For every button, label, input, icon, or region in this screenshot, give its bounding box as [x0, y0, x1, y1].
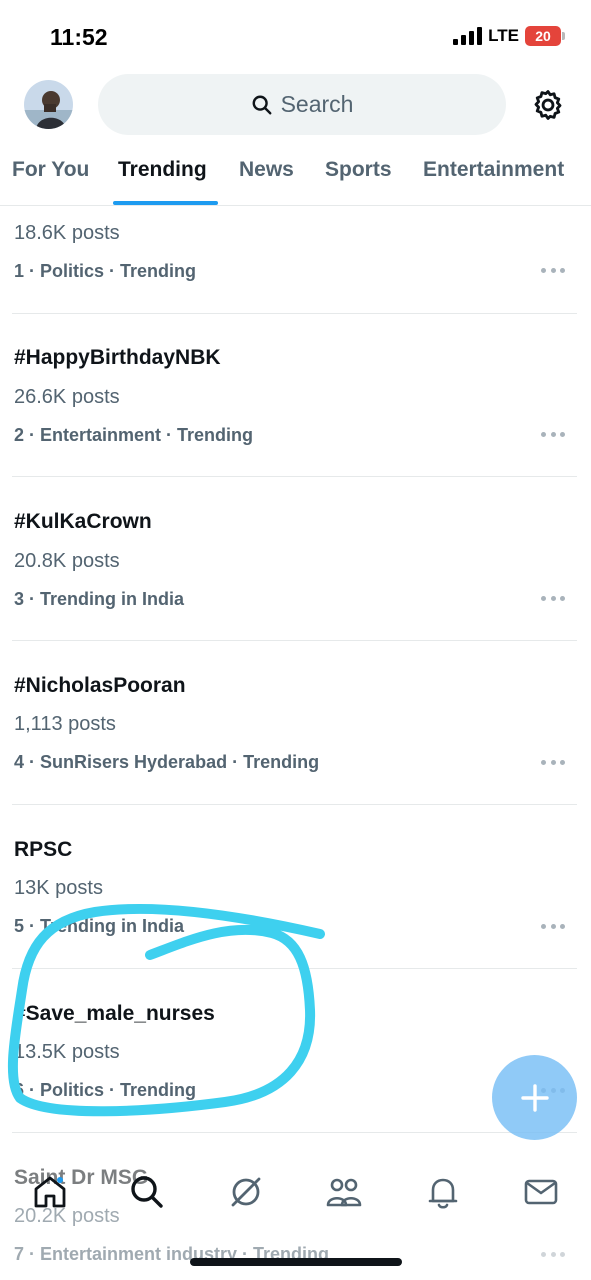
tab-sports[interactable]: Sports — [325, 158, 392, 182]
search-icon[interactable] — [127, 1172, 167, 1212]
search-placeholder: Search — [280, 91, 354, 117]
status-bar: 11:52 LTE 20 — [0, 0, 591, 70]
network-type: LTE — [488, 26, 519, 45]
messages-icon[interactable] — [521, 1172, 561, 1212]
trend-meta: 5 · Trending in India — [14, 916, 185, 936]
trend-meta: 4 · SunRisers Hyderabad · Trending — [14, 752, 320, 772]
trend-post-count: 13K posts — [14, 877, 103, 899]
compose-plus-icon — [520, 1083, 549, 1112]
trend-item-3[interactable]: #KulKaCrown 20.8K posts 3 · Trending in … — [0, 477, 591, 641]
avatar[interactable] — [24, 80, 73, 129]
trend-post-count: 18.6K posts — [14, 222, 120, 244]
home-indicator — [190, 1258, 402, 1266]
trend-meta: 1 · Politics · Trending — [14, 261, 197, 281]
trend-post-count: 20.8K posts — [14, 550, 120, 572]
more-options-icon[interactable] — [541, 924, 565, 930]
trend-name: #HappyBirthdayNBK — [14, 346, 221, 369]
active-tab-indicator — [113, 201, 218, 205]
home-icon[interactable] — [30, 1172, 70, 1212]
gear-icon[interactable] — [531, 88, 565, 122]
tab-trending[interactable]: Trending — [118, 158, 207, 182]
more-options-icon[interactable] — [541, 760, 565, 766]
trend-name: #Save_male_nurses — [14, 1002, 215, 1025]
trend-item-4[interactable]: #NicholasPooran 1,113 posts 4 · SunRiser… — [0, 641, 591, 805]
grok-icon[interactable] — [226, 1172, 266, 1212]
trend-meta: 3 · Trending in India — [14, 589, 185, 609]
tab-for-you[interactable]: For You — [12, 158, 89, 182]
trend-item-1[interactable]: 18.6K posts 1 · Politics · Trending — [0, 206, 591, 314]
trend-item-2[interactable]: #HappyBirthdayNBK 26.6K posts 2 · Entert… — [0, 313, 591, 477]
status-indicators: LTE 20 — [453, 26, 565, 46]
tab-bar: For You Trending News Sports Entertainme… — [0, 150, 591, 206]
trend-post-count: 13.5K posts — [14, 1041, 120, 1063]
trend-name: RPSC — [14, 838, 73, 861]
trend-item-5[interactable]: RPSC 13K posts 5 · Trending in India — [0, 805, 591, 969]
trend-name: #KulKaCrown — [14, 510, 152, 533]
more-options-icon[interactable] — [541, 596, 565, 602]
search-bar[interactable]: Search — [98, 74, 506, 135]
battery-level: 20 — [535, 28, 551, 44]
signal-icon — [453, 27, 483, 45]
trend-post-count: 26.6K posts — [14, 386, 120, 408]
tab-entertainment[interactable]: Entertainment — [423, 158, 564, 182]
compose-button[interactable] — [492, 1055, 577, 1140]
battery-icon: 20 — [525, 26, 565, 46]
more-options-icon[interactable] — [541, 268, 565, 274]
trend-post-count: 1,113 posts — [14, 713, 116, 735]
trend-meta: 6 · Politics · Trending — [14, 1080, 197, 1100]
notifications-bell-icon[interactable] — [423, 1172, 463, 1212]
communities-icon[interactable] — [324, 1172, 364, 1212]
trend-meta: 2 · Entertainment · Trending — [14, 425, 254, 445]
tab-news[interactable]: News — [239, 158, 294, 182]
status-time: 11:52 — [50, 24, 108, 50]
trend-name: #NicholasPooran — [14, 674, 186, 697]
more-options-icon[interactable] — [541, 432, 565, 438]
search-icon — [252, 95, 272, 114]
